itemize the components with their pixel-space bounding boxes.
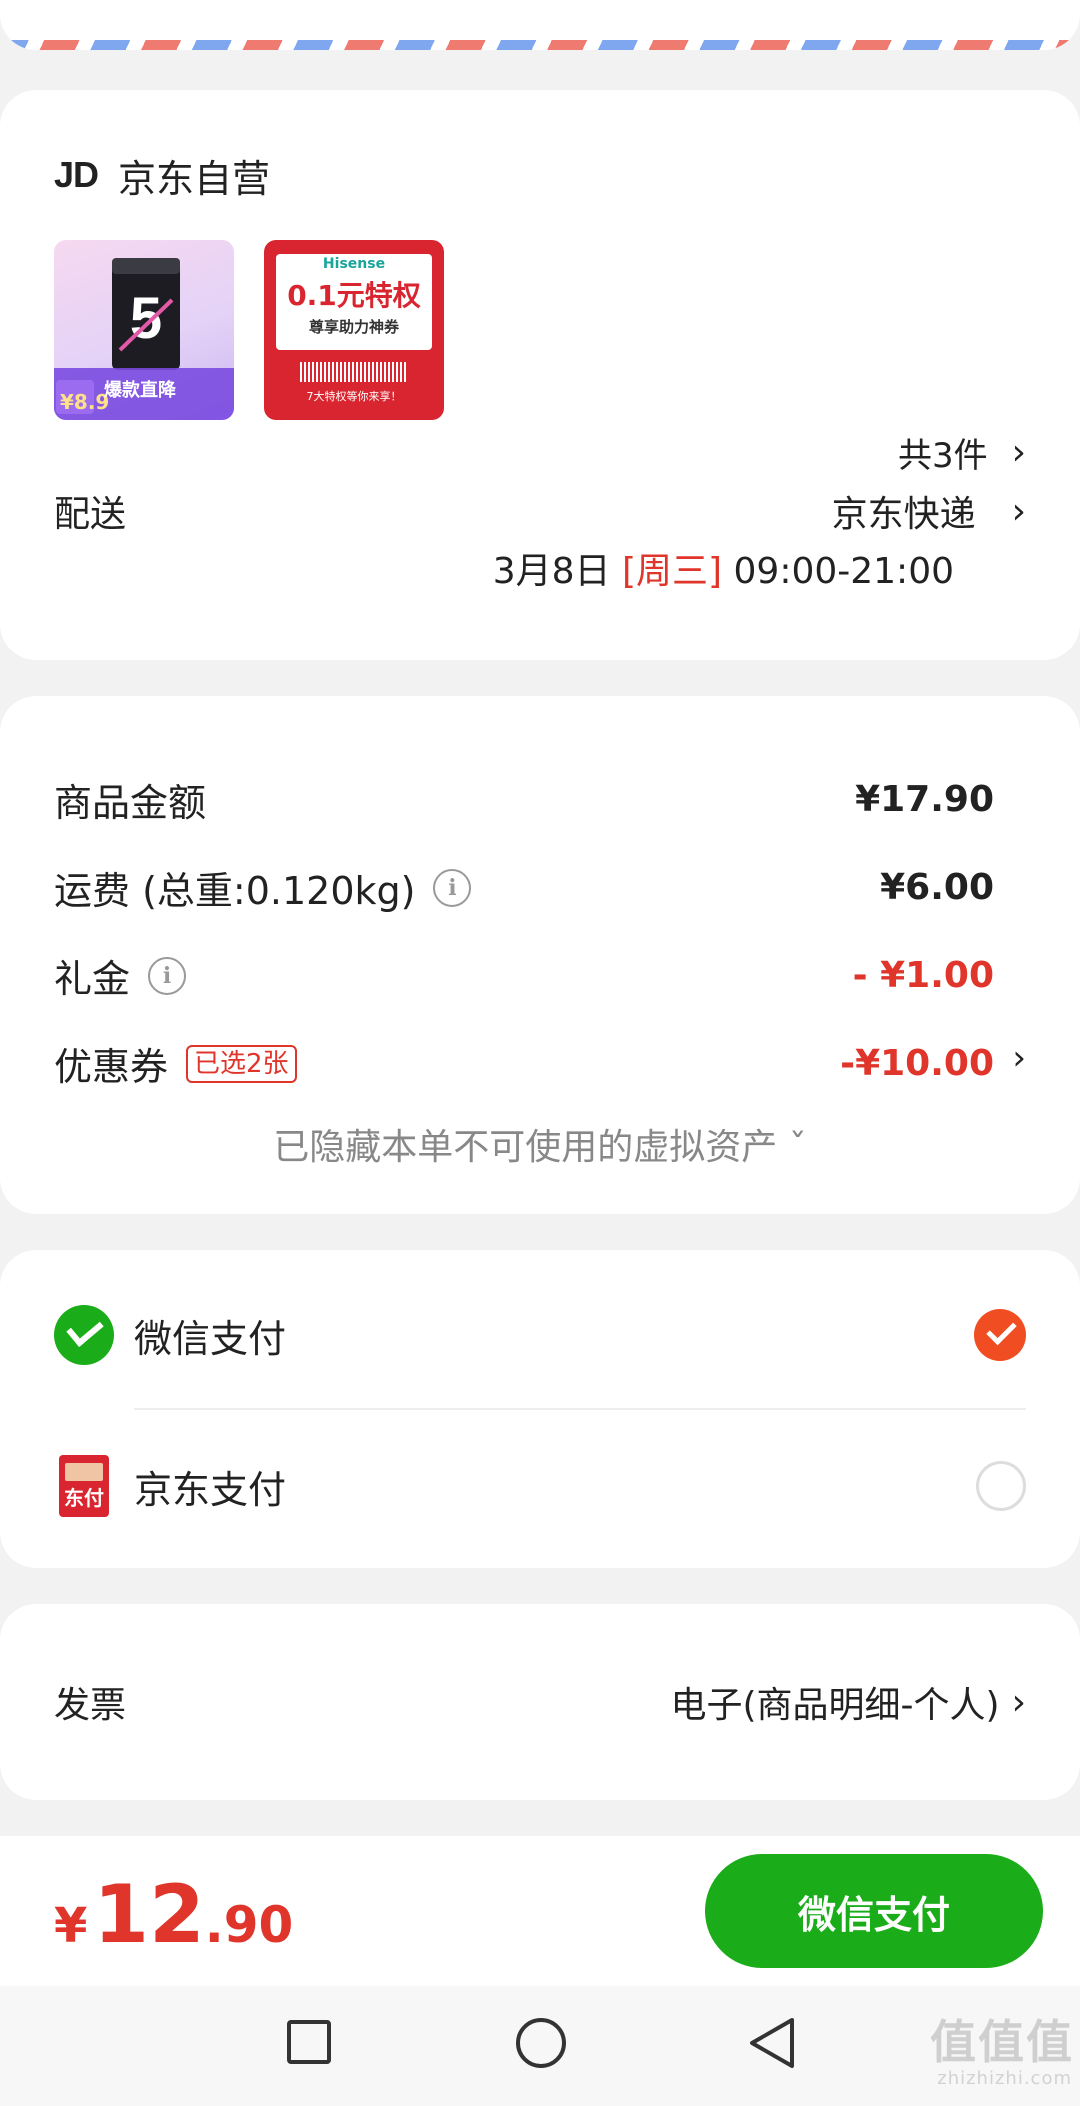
shop-name: 京东自营 — [118, 156, 271, 201]
home-icon[interactable] — [516, 2018, 566, 2068]
totals-card: 商品金额 ¥17.90 运费 (总重:0.120kg) i ¥6.00 礼金 i… — [0, 696, 1080, 1214]
coupon-headline: 0.1元特权 — [287, 279, 421, 312]
price-decimal: .90 — [204, 1896, 294, 1954]
gift-row: 礼金 i - ¥1.00 — [54, 948, 994, 1003]
checkout-bar: ¥ 12 .90 微信支付 — [0, 1836, 1080, 1986]
info-icon[interactable]: i — [148, 956, 187, 995]
radio-checked-icon[interactable] — [974, 1309, 1026, 1361]
coupon-barcode — [300, 362, 408, 382]
watermark-url: zhizhizhi.com — [937, 2068, 1072, 2089]
goods-amount-row: 商品金额 ¥17.90 — [54, 772, 994, 827]
shipping-method-link[interactable]: 京东快递 › — [832, 485, 1026, 537]
radio-unchecked-icon[interactable] — [976, 1461, 1026, 1511]
coupon-sub: 尊享助力神券 — [308, 318, 399, 336]
shipping-time[interactable]: 3月8日 [周三] 09:00-21:00 — [493, 542, 954, 594]
info-icon[interactable]: i — [433, 868, 472, 907]
goods-amount-label: 商品金额 — [54, 781, 207, 825]
payment-option-label: 微信支付 — [134, 1316, 287, 1361]
product-count: 共3件 — [897, 436, 988, 476]
freight-label: 运费 (总重:0.120kg) — [54, 869, 416, 913]
jd-logo-icon: JD — [54, 154, 99, 195]
divider — [134, 1408, 1026, 1410]
shop-card: JD 京东自营 5 ¥8.9 爆款直降 Hisense 0.1元特权 尊享助力神… — [0, 90, 1080, 660]
order-confirm-page: JD 京东自营 5 ¥8.9 爆款直降 Hisense 0.1元特权 尊享助力神… — [0, 0, 1080, 2106]
freight-value: ¥6.00 — [880, 867, 994, 908]
svg-text:5: 5 — [130, 286, 162, 351]
freight-row: 运费 (总重:0.120kg) i ¥6.00 — [54, 860, 994, 915]
payment-option-jdpay[interactable]: 东付 京东支付 — [54, 1446, 1026, 1526]
invoice-label: 发票 — [54, 1685, 127, 1726]
goods-amount-value: ¥17.90 — [855, 779, 994, 820]
payment-card: 微信支付 东付 京东支付 — [0, 1250, 1080, 1568]
invoice-card[interactable]: 发票 电子(商品明细-个人) › — [0, 1604, 1080, 1800]
price-integer: 12 — [93, 1868, 205, 1961]
total-price: ¥ 12 .90 — [54, 1868, 293, 1961]
coupon-value: -¥10.00 — [840, 1043, 994, 1084]
invoice-value-link[interactable]: 电子(商品明细-个人) › — [671, 1676, 1027, 1728]
system-nav-bar: 值值值 zhizhizhi.com — [0, 1986, 1080, 2106]
shipping-date: 3月8日 — [492, 551, 611, 592]
invoice-value: 电子(商品明细-个人) — [670, 1685, 1000, 1726]
shipping-label: 配送 — [54, 494, 127, 535]
pay-button[interactable]: 微信支付 — [705, 1854, 1043, 1968]
shop-header: JD 京东自营 — [54, 148, 270, 202]
product-thumbnail-gum[interactable]: 5 ¥8.9 爆款直降 — [54, 240, 234, 420]
coupon-label: 优惠券 — [54, 1045, 169, 1089]
hidden-assets-toggle[interactable]: 已隐藏本单不可使用的虚拟资产 ˇ — [0, 1118, 1080, 1170]
hisense-brand: Hisense — [322, 256, 386, 272]
coupon-note: 7大特权等你来享！ — [306, 390, 402, 403]
product-badge-price: ¥8.9 — [60, 390, 110, 414]
chevron-right-icon: › — [1011, 1681, 1026, 1723]
shipping-weekday: [周三] — [621, 551, 723, 592]
product-count-link[interactable]: 共3件 › — [898, 428, 1026, 477]
back-icon[interactable] — [746, 2016, 798, 2070]
shipping-method: 京东快递 — [831, 494, 976, 535]
price-currency: ¥ — [54, 1898, 88, 1954]
chevron-right-icon: › — [1011, 432, 1026, 473]
shipping-time-window: 09:00-21:00 — [733, 551, 954, 592]
product-badge-text: 爆款直降 — [104, 380, 176, 401]
gift-label: 礼金 — [54, 957, 131, 1001]
envelope-stripes — [0, 40, 1080, 50]
recent-apps-icon[interactable] — [287, 2020, 331, 2064]
watermark-logo: 值值值 — [930, 2015, 1074, 2069]
payment-option-wechat[interactable]: 微信支付 — [54, 1295, 1026, 1375]
address-envelope-strip — [0, 0, 1080, 50]
payment-option-label: 京东支付 — [134, 1467, 287, 1512]
product-thumbnail-hisense-coupon[interactable]: Hisense 0.1元特权 尊享助力神券 7大特权等你来享！ — [264, 240, 444, 420]
wechat-pay-icon — [54, 1305, 114, 1365]
jd-pay-icon: 东付 — [59, 1455, 109, 1517]
coupon-row[interactable]: 优惠券 已选2张 -¥10.00 — [54, 1036, 994, 1091]
gift-value: - ¥1.00 — [852, 955, 994, 996]
coupon-selected-badge: 已选2张 — [186, 1044, 297, 1083]
chevron-right-icon: › — [1011, 490, 1026, 532]
chevron-right-icon[interactable]: › — [1012, 1038, 1026, 1078]
